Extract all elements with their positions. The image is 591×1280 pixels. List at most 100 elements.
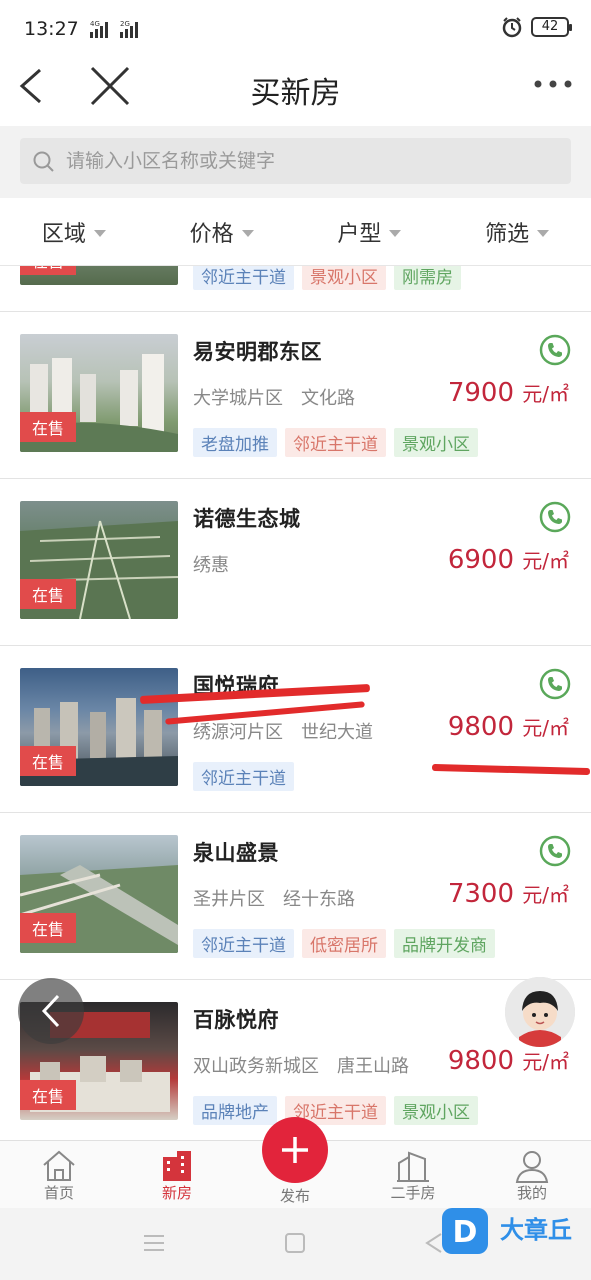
property-area: 绣源河片区 xyxy=(193,722,283,743)
list-item[interactable]: 在售 诺德生态城 绣惠 6900 元/㎡ xyxy=(0,479,591,646)
status-badge: 在售 xyxy=(20,412,77,442)
watermark-text: 大章丘 xyxy=(500,1216,572,1244)
svg-text:D: D xyxy=(453,1215,478,1250)
assistant-avatar-button[interactable] xyxy=(505,977,575,1047)
tag: 品牌开发商 xyxy=(394,929,495,958)
tab-label: 二手房 xyxy=(390,1184,436,1202)
building-icon xyxy=(163,1151,191,1181)
tab-label: 我的 xyxy=(516,1184,547,1202)
tag-list: 邻近主干道 低密居所 品牌开发商 xyxy=(193,929,495,958)
phone-icon[interactable] xyxy=(539,835,571,867)
floating-back-button[interactable] xyxy=(18,978,84,1044)
search-bar-container xyxy=(0,126,591,198)
page-title: 买新房 xyxy=(250,76,341,111)
tag: 景观小区 xyxy=(302,266,386,290)
status-bar: 13:27 4G 2G 42 xyxy=(0,0,591,58)
caret-down-icon xyxy=(537,229,550,237)
property-price: 7300 元/㎡ xyxy=(448,879,569,909)
filter-label: 价格 xyxy=(189,221,234,247)
list-item[interactable]: 在售 国悦瑞府 绣源河片区 世纪大道 9800 元/㎡ 邻近主干道 xyxy=(0,646,591,813)
user-icon xyxy=(515,1151,549,1183)
status-time: 13:27 xyxy=(24,18,79,40)
search-box[interactable] xyxy=(20,138,571,184)
status-badge: 在售 xyxy=(20,266,77,275)
tag: 景观小区 xyxy=(394,1096,478,1125)
property-price: 9800 元/㎡ xyxy=(448,712,569,742)
filter-label: 户型 xyxy=(337,221,382,247)
home-square-icon[interactable] xyxy=(284,1232,306,1254)
price-unit: 元/㎡ xyxy=(522,716,569,740)
status-badge: 在售 xyxy=(20,913,77,943)
tag: 刚需房 xyxy=(394,266,461,290)
property-image: 在售 xyxy=(20,668,178,786)
tab-secondhand[interactable]: 二手房 xyxy=(354,1145,472,1207)
tab-newhouse[interactable]: 新房 xyxy=(118,1145,236,1207)
property-address: 圣井片区 经十东路 xyxy=(193,885,373,911)
price-unit: 元/㎡ xyxy=(522,382,569,406)
property-road: 唐王山路 xyxy=(337,1056,409,1077)
status-badge: 在售 xyxy=(20,746,77,776)
phone-icon[interactable] xyxy=(539,668,571,700)
tab-mine[interactable]: 我的 xyxy=(473,1145,591,1207)
tag-list: 品牌地产 邻近主干道 景观小区 xyxy=(193,1096,478,1125)
filter-more[interactable]: 筛选 xyxy=(443,198,591,265)
list-item[interactable]: 在售 泉山盛景 圣井片区 经十东路 7300 元/㎡ 邻近主干道 低密居所 品牌开… xyxy=(0,813,591,980)
tab-home[interactable]: 首页 xyxy=(0,1145,118,1207)
caret-down-icon xyxy=(241,229,254,237)
watermark-logo: D 大章丘 xyxy=(440,1206,590,1256)
buildings-icon xyxy=(397,1151,429,1182)
tag: 低密居所 xyxy=(302,929,386,958)
property-area: 绣惠 xyxy=(193,555,229,576)
filter-region[interactable]: 区域 xyxy=(0,198,148,265)
home-icon xyxy=(43,1150,75,1181)
tag-list: 老盘加推 邻近主干道 景观小区 xyxy=(193,428,478,457)
price-value: 9800 xyxy=(447,712,514,742)
filter-price[interactable]: 价格 xyxy=(148,198,296,265)
tag: 邻近主干道 xyxy=(193,266,294,290)
svg-text:4G: 4G xyxy=(90,20,100,28)
price-unit: 元/㎡ xyxy=(522,883,569,907)
property-address: 绣惠 xyxy=(193,551,247,577)
chevron-left-icon xyxy=(41,994,60,1028)
publish-button[interactable] xyxy=(262,1117,328,1183)
caret-down-icon xyxy=(93,229,106,237)
property-price: 7900 元/㎡ xyxy=(448,378,569,408)
list-item-partial[interactable]: 在售 邻近主干道 景观小区 刚需房 xyxy=(0,266,591,312)
property-name: 百脉悦府 xyxy=(193,1008,279,1032)
cartoon-avatar-icon xyxy=(505,977,575,1047)
plus-icon xyxy=(282,1137,308,1163)
tag: 邻近主干道 xyxy=(285,428,386,457)
property-image: 在售 xyxy=(20,835,178,953)
tab-label: 新房 xyxy=(161,1184,192,1202)
property-price: 9800 元/㎡ xyxy=(448,1046,569,1076)
nav-bar: 买新房 xyxy=(0,58,591,126)
phone-icon[interactable] xyxy=(539,501,571,533)
property-address: 双山政务新城区 唐王山路 xyxy=(193,1052,427,1078)
search-icon xyxy=(33,151,54,172)
price-value: 7900 xyxy=(447,378,514,408)
price-unit: 元/㎡ xyxy=(522,549,569,573)
caret-down-icon xyxy=(389,229,402,237)
list-item[interactable]: 在售 易安明郡东区 大学城片区 文化路 7900 元/㎡ 老盘加推 邻近主干道 景… xyxy=(0,312,591,479)
list-item[interactable]: 在售 百脉悦府 双山政务新城区 唐王山路 9800 元/㎡ 品牌地产 邻近主干道 … xyxy=(0,980,591,1140)
tag-list: 邻近主干道 景观小区 刚需房 xyxy=(193,266,461,290)
tab-label: 首页 xyxy=(43,1184,74,1202)
battery-indicator: 42 xyxy=(531,17,572,37)
filter-layout[interactable]: 户型 xyxy=(296,198,444,265)
filter-bar: 区域 价格 户型 筛选 xyxy=(0,198,591,266)
price-value: 9800 xyxy=(447,1046,514,1076)
price-value: 6900 xyxy=(447,545,514,575)
filter-label: 区域 xyxy=(41,221,86,247)
search-input[interactable] xyxy=(66,146,546,176)
property-area: 圣井片区 xyxy=(193,889,265,910)
property-list: 在售 邻近主干道 景观小区 刚需房 在售 易安明郡东区 大学城片区文 xyxy=(0,266,591,1140)
price-value: 7300 xyxy=(447,879,514,909)
property-image: 在售 xyxy=(20,334,178,452)
filter-label: 筛选 xyxy=(485,221,530,247)
alarm-icon xyxy=(502,17,522,38)
more-icon[interactable] xyxy=(533,74,573,94)
phone-icon[interactable] xyxy=(539,334,571,366)
price-unit: 元/㎡ xyxy=(522,1050,569,1074)
property-name: 易安明郡东区 xyxy=(193,340,322,364)
menu-icon[interactable] xyxy=(142,1233,166,1253)
